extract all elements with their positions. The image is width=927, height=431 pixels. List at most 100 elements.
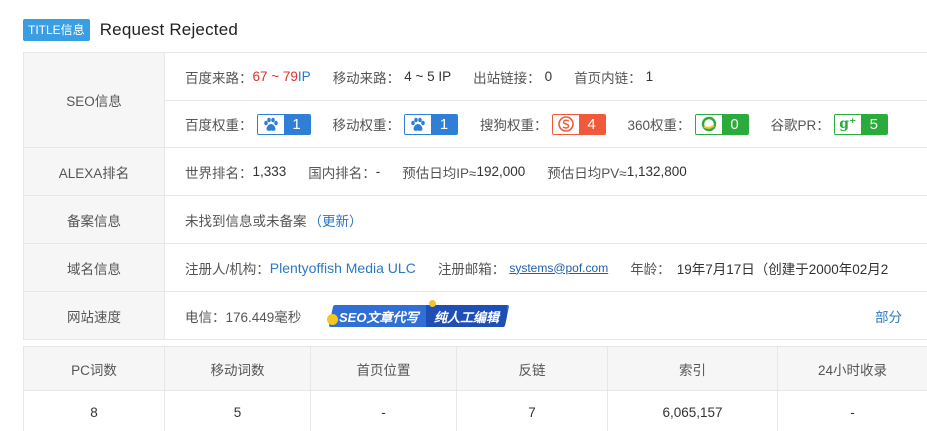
mobile-traffic-label: 移动来路： [332,70,401,86]
registrant-label: 注册人/机构： [185,261,270,277]
email-link[interactable]: systems@pof.com [509,261,608,275]
domain-label: 域名信息 [24,244,165,291]
beian-update-link[interactable]: （更新） [309,210,363,230]
daily-pv-value: 1,132,800 [626,164,687,179]
stats-home-position: - [311,391,457,431]
speed-line: 电信： 176.449毫秒 SEO文章代写 纯人工编辑 部分 [165,292,927,339]
seo-label: SEO信息 [24,53,165,147]
baidu-weight-badge[interactable]: 1 [256,113,311,135]
alexa-label: ALEXA排名 [24,148,165,195]
title-row: TITLE信息 Request Rejected [23,18,238,42]
domestic-rank: 国内排名： - [308,162,380,182]
promo-banner[interactable]: SEO文章代写 纯人工编辑 [327,299,511,327]
promo-dot-small [429,299,437,307]
google-pr-badge[interactable]: g⁺ 5 [833,113,888,135]
registrant-link[interactable]: Plentyoffish Media ULC [270,260,416,276]
partial-link[interactable]: 部分 [875,306,902,326]
domain-line: 注册人/机构： Plentyoffish Media ULC 注册邮箱： sys… [165,244,927,291]
domain-content: 注册人/机构： Plentyoffish Media ULC 注册邮箱： sys… [165,244,927,291]
speed-row: 网站速度 电信： 176.449毫秒 SEO文章代写 纯人工编辑 部分 [24,291,927,339]
sogou-weight-badge[interactable]: 4 [551,113,606,135]
stats-backlinks: 7 [457,391,608,431]
email-label: 注册邮箱： [437,261,506,277]
baidu-weight-value: 1 [283,114,310,134]
sogou-weight[interactable]: 搜狗权重： 4 [480,113,606,135]
stats-header-index: 索引 [608,347,778,390]
seo-row: SEO信息 百度来路： 67 ~ 79 IP 移动来路： 4 ~ 5 IP 出站… [24,53,927,147]
title-tag: TITLE信息 [23,19,90,41]
domain-row: 域名信息 注册人/机构： Plentyoffish Media ULC 注册邮箱… [24,243,927,291]
daily-ip-value: 192,000 [476,164,526,179]
stats-header-row: PC词数 移动词数 首页位置 反链 索引 24小时收录 [24,347,927,390]
speed-label: 网站速度 [24,292,165,339]
360-icon [695,114,722,134]
domestic-rank-label: 国内排名： [308,165,376,181]
inner-label: 首页内链： [574,70,642,86]
mobile-traffic-value: 4 ~ 5 IP [404,69,452,84]
beian-label: 备案信息 [24,196,165,243]
site-info-table: SEO信息 百度来路： 67 ~ 79 IP 移动来路： 4 ~ 5 IP 出站… [23,52,927,340]
promo-dot [327,313,339,325]
mobile-weight-label: 移动权重： [332,118,401,133]
alexa-content: 世界排名： 1,333 国内排名： - 预估日均IP≈ 192,000 预估日均… [165,148,927,195]
sogou-icon [552,114,579,134]
beian-content: 未找到信息或未备案 （更新） [165,196,927,243]
speed-content: 电信： 176.449毫秒 SEO文章代写 纯人工编辑 部分 [165,292,927,339]
seo-content: 百度来路： 67 ~ 79 IP 移动来路： 4 ~ 5 IP 出站链接： 0 … [165,53,927,147]
mobile-weight-badge[interactable]: 1 [404,113,458,135]
domain-age: 年龄： 19年7月17日（创建于2000年02月2 [630,258,888,278]
inner-links: 首页内链： 1 [574,67,653,87]
s360-weight-badge[interactable]: 0 [694,113,749,135]
baidu-weight-label: 百度权重： [185,118,253,133]
daily-pv: 预估日均PV≈ 1,132,800 [547,162,686,182]
beian-text: 未找到信息或未备案 [185,213,307,229]
stats-header-backlinks: 反链 [457,347,608,390]
google-plus-icon: g⁺ [834,114,861,134]
seo-weight-line: 百度权重： 1 移动权重： 1 搜狗权重： 4 360权重： 0 谷歌PR： g… [165,100,927,147]
mobile-weight[interactable]: 移动权重： 1 [332,113,458,135]
promo-text-1: SEO文章代写 [339,309,419,324]
baidu-traffic-unit: IP [297,69,311,84]
baidu-traffic: 百度来路： 67 ~ 79 IP [185,67,311,87]
outbound-value: 0 [544,69,553,84]
promo-box: SEO文章代写 纯人工编辑 [328,304,511,327]
age-value: 19年7月17日（创建于2000年02月2 [676,261,889,277]
outbound-label: 出站链接： [473,70,541,86]
page-title: Request Rejected [99,20,239,39]
telecom-label: 电信： [185,309,226,325]
stats-header-24h: 24小时收录 [778,347,927,390]
world-rank: 世界排名： 1,333 [185,162,286,182]
promo-text-2: 纯人工编辑 [426,304,508,327]
registrant-email: 注册邮箱： systems@pof.com [438,258,608,278]
google-pr-label: 谷歌PR： [770,118,830,133]
alexa-row: ALEXA排名 世界排名： 1,333 国内排名： - 预估日均IP≈ 192,… [24,147,927,195]
world-rank-label: 世界排名： [185,165,253,181]
stats-mobile-words: 5 [165,391,311,431]
inner-value: 1 [645,69,654,84]
daily-pv-label: 预估日均PV≈ [547,165,627,181]
stats-header-pc-words: PC词数 [24,347,165,390]
google-pr[interactable]: 谷歌PR： g⁺ 5 [770,113,888,135]
stats-header-mobile-words: 移动词数 [165,347,311,390]
beian-row: 备案信息 未找到信息或未备案 （更新） [24,195,927,243]
s360-weight-label: 360权重： [627,118,691,133]
world-rank-value: 1,333 [252,164,287,179]
stats-index: 6,065,157 [608,391,778,431]
baidu-traffic-value: 67 ~ 79 [252,69,298,84]
daily-ip-label: 预估日均IP≈ [402,165,477,181]
s360-weight-value: 0 [721,114,748,134]
mobile-weight-value: 1 [431,114,457,134]
stats-pc-words: 8 [24,391,165,431]
s360-weight[interactable]: 360权重： 0 [627,113,749,135]
stats-24h: - [778,391,927,431]
seo-traffic-line: 百度来路： 67 ~ 79 IP 移动来路： 4 ~ 5 IP 出站链接： 0 … [165,53,927,100]
sogou-weight-value: 4 [578,114,605,134]
baidu-traffic-label: 百度来路： [185,70,253,86]
paw-icon [257,114,284,134]
sogou-weight-label: 搜狗权重： [480,118,548,133]
google-pr-value: 5 [860,114,887,134]
paw-icon [405,114,431,134]
baidu-weight[interactable]: 百度权重： 1 [185,113,311,135]
stats-value-row: 8 5 - 7 6,065,157 - [24,390,927,431]
telecom-value: 176.449毫秒 [225,309,302,325]
